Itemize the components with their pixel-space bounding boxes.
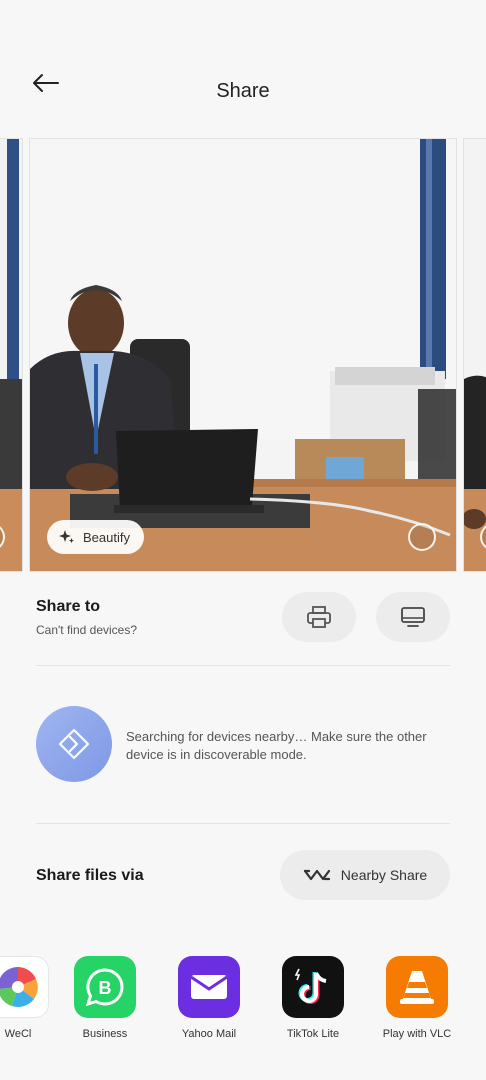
header: Share — [0, 0, 486, 130]
beautify-button[interactable]: Beautify — [47, 520, 144, 554]
app-yahoo-mail[interactable]: Yahoo Mail — [164, 956, 254, 1040]
tiktok-lite-icon — [282, 956, 344, 1018]
divider — [36, 665, 450, 666]
monitor-icon — [401, 607, 425, 627]
selection-circle[interactable] — [408, 523, 436, 551]
search-status-text: Searching for devices nearby… Make sure … — [126, 729, 427, 762]
share-to-section: Share to Can't find devices? — [36, 590, 450, 646]
previous-photo[interactable] — [0, 138, 23, 572]
printer-icon — [307, 606, 331, 628]
whatsapp-business-icon: B — [74, 956, 136, 1018]
device-search-orb — [36, 706, 112, 782]
share-app-row[interactable]: WeCl B Business Yahoo Mail TikTok Lite P… — [0, 956, 486, 1056]
sparkle-icon — [59, 530, 74, 543]
nearby-share-icon — [303, 869, 330, 881]
cast-screen-button[interactable] — [376, 592, 450, 642]
divider — [36, 823, 450, 824]
share-files-via-title: Share files via — [36, 867, 144, 884]
app-whatsapp-business[interactable]: B Business — [60, 956, 150, 1040]
app-tiktok-lite[interactable]: TikTok Lite — [268, 956, 358, 1040]
page-title: Share — [216, 80, 270, 102]
app-label: Business — [82, 1028, 128, 1040]
device-search-panel: Searching for devices nearby… Make sure … — [36, 706, 450, 784]
nearby-diamond-icon — [58, 728, 90, 760]
app-label: Yahoo Mail — [181, 1028, 237, 1040]
nearby-share-button[interactable]: Nearby Share — [280, 850, 450, 900]
nearby-share-label: Nearby Share — [340, 867, 428, 883]
next-photo[interactable] — [463, 138, 486, 572]
office-photo — [30, 139, 456, 571]
app-label: WeCl — [4, 1028, 32, 1040]
app-label: Play with VLC — [382, 1028, 452, 1040]
app-wechat[interactable]: WeCl — [0, 956, 63, 1040]
share-to-title: Share to — [36, 598, 101, 615]
yahoo-mail-icon — [178, 956, 240, 1018]
svg-text:B: B — [99, 978, 112, 998]
selected-photo[interactable]: Beautify — [29, 138, 457, 572]
app-label: TikTok Lite — [286, 1028, 340, 1040]
wechat-icon — [0, 956, 49, 1018]
print-button[interactable] — [282, 592, 356, 642]
share-files-via-section: Share files via Nearby Share — [36, 850, 450, 900]
app-vlc[interactable]: Play with VLC — [372, 956, 462, 1040]
image-carousel[interactable]: Beautify — [0, 138, 486, 572]
vlc-icon — [386, 956, 448, 1018]
cant-find-devices-link[interactable]: Can't find devices? — [36, 623, 137, 637]
beautify-label: Beautify — [83, 529, 130, 545]
